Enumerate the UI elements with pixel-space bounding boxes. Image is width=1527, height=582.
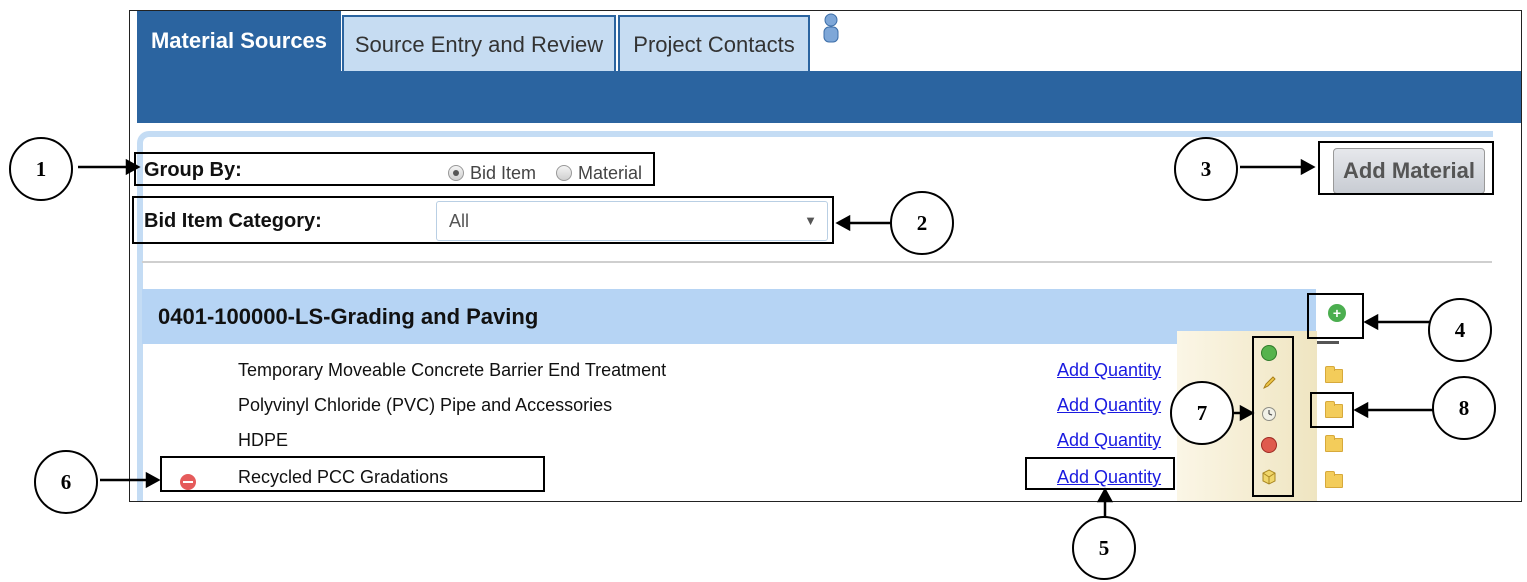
annotation-marker: 8	[1432, 376, 1496, 440]
add-quantity-link[interactable]: Add Quantity	[1057, 395, 1161, 416]
annotation-marker: 7	[1170, 381, 1234, 445]
material-row-label: Polyvinyl Chloride (PVC) Pipe and Access…	[238, 395, 613, 415]
callout-box-2	[132, 196, 834, 244]
folder-icon[interactable]	[1325, 471, 1343, 488]
folder-icon[interactable]	[1325, 366, 1343, 383]
callout-box-1	[134, 152, 655, 186]
callout-box-7	[1252, 336, 1294, 497]
callout-box-5	[1025, 457, 1175, 490]
folder-icon[interactable]	[1325, 435, 1343, 452]
material-row-label: HDPE	[238, 430, 289, 450]
add-quantity-link[interactable]: Add Quantity	[1057, 430, 1161, 451]
annotation-marker: 1	[9, 137, 73, 201]
group-header: 0401-100000-LS-Grading and Paving	[142, 289, 1316, 344]
annotation-marker: 2	[890, 191, 954, 255]
divider	[142, 261, 1492, 263]
tab-material-sources[interactable]: Material Sources	[137, 11, 341, 71]
user-icon[interactable]	[821, 13, 841, 43]
callout-box-4	[1307, 293, 1364, 339]
tab-source-entry-and-review[interactable]: Source Entry and Review	[342, 15, 616, 71]
annotation-marker: 3	[1174, 137, 1238, 201]
add-quantity-link[interactable]: Add Quantity	[1057, 360, 1161, 381]
material-row-label: Temporary Moveable Concrete Barrier End …	[238, 360, 667, 380]
tab-project-contacts[interactable]: Project Contacts	[618, 15, 810, 71]
annotation-marker: 4	[1428, 298, 1492, 362]
annotation-marker: 5	[1072, 516, 1136, 580]
top-navigation: Material Sources Source Entry and Review…	[130, 11, 1521, 125]
annotation-marker: 6	[34, 450, 98, 514]
group-underline	[1317, 341, 1339, 344]
blue-band	[137, 71, 1521, 123]
app-frame: Material Sources Source Entry and Review…	[129, 10, 1522, 502]
callout-box-6	[160, 456, 545, 492]
callout-box-3	[1318, 141, 1494, 195]
callout-box-8	[1310, 392, 1354, 428]
